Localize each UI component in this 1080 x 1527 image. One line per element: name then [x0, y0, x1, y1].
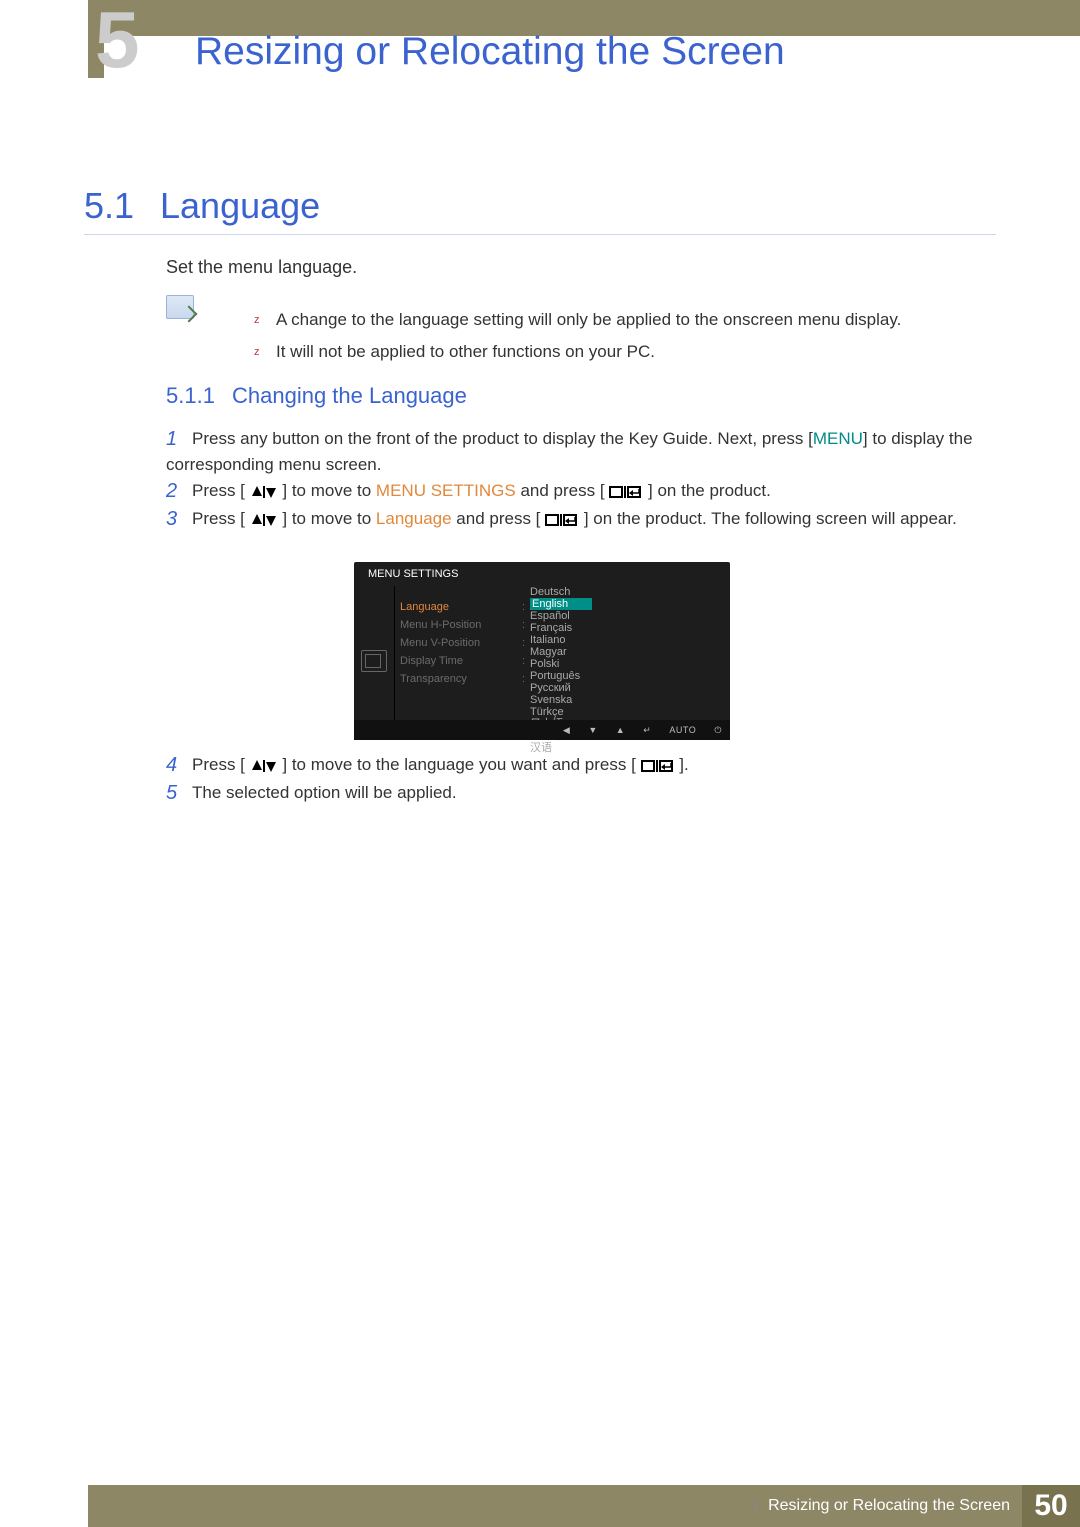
- up-down-icon: [250, 512, 278, 528]
- nav-back-icon: ◀: [563, 725, 570, 736]
- subsection-title: Changing the Language: [232, 383, 467, 409]
- osd-lang: Русский: [530, 682, 592, 694]
- note-icon: [166, 295, 194, 319]
- step-1: 1 Press any button on the front of the p…: [166, 426, 990, 477]
- footer-chapter-number: 5: [750, 1497, 758, 1513]
- osd-item-language: Language: [400, 598, 481, 616]
- step-number: 1: [166, 424, 177, 454]
- nav-auto: AUTO: [669, 725, 696, 735]
- step-4: 4 Press [ ] to move to the language you …: [166, 752, 990, 778]
- osd-item: Menu H-Position: [400, 616, 481, 634]
- up-down-icon: [250, 758, 278, 774]
- step-text: ] to move to: [282, 481, 376, 500]
- step-text: ] on the product.: [648, 481, 771, 500]
- osd-title: MENU SETTINGS: [368, 568, 458, 580]
- osd-menu-items: Language Menu H-Position Menu V-Position…: [400, 598, 481, 688]
- step-number: 3: [166, 504, 177, 534]
- osd-lang: Italiano: [530, 634, 592, 646]
- note-item: A change to the language setting will on…: [254, 310, 901, 330]
- up-down-icon: [250, 484, 278, 500]
- osd-lang: Español: [530, 610, 592, 622]
- step-text: ] to move to: [282, 509, 376, 528]
- step-text: ] on the product. The following screen w…: [584, 509, 957, 528]
- step-text: and press [: [516, 481, 605, 500]
- source-enter-icon: [609, 484, 643, 500]
- osd-nav-bar: ◀ ▼ ▲ ↵ AUTO ⏻: [354, 720, 730, 740]
- osd-item: Menu V-Position: [400, 634, 481, 652]
- step-2: 2 Press [ ] to move to MENU SETTINGS and…: [166, 478, 990, 504]
- section-intro: Set the menu language.: [166, 257, 357, 278]
- osd-lang: Français: [530, 622, 592, 634]
- step-number: 5: [166, 778, 177, 808]
- footer-bar: 5 Resizing or Relocating the Screen 50: [88, 1485, 1080, 1527]
- step-text: and press [: [452, 509, 541, 528]
- step-number: 4: [166, 750, 177, 780]
- osd-lang: Deutsch: [530, 586, 592, 598]
- step-text: ].: [679, 755, 688, 774]
- step-text: Press any button on the front of the pro…: [192, 429, 813, 448]
- section-rule: [84, 234, 996, 235]
- osd-lang: Svenska: [530, 694, 592, 706]
- osd-colons: : : : : :: [522, 598, 528, 688]
- step-text: Press [: [192, 755, 245, 774]
- nav-down-icon: ▼: [588, 725, 597, 735]
- menu-path: MENU SETTINGS: [376, 481, 516, 500]
- menu-key: MENU: [813, 429, 863, 448]
- chapter-title: Resizing or Relocating the Screen: [195, 30, 785, 74]
- osd-item: Display Time: [400, 652, 481, 670]
- nav-enter-icon: ↵: [643, 725, 651, 736]
- subsection-number: 5.1.1: [166, 383, 215, 409]
- source-enter-icon: [545, 512, 579, 528]
- footer-chapter-title: Resizing or Relocating the Screen: [768, 1497, 1010, 1514]
- osd-lang: Polski: [530, 658, 592, 670]
- nav-up-icon: ▲: [616, 725, 625, 735]
- osd-lang: Português: [530, 670, 592, 682]
- step-5: 5 The selected option will be applied.: [166, 780, 990, 806]
- section-title: Language: [160, 185, 320, 227]
- step-text: Press [: [192, 509, 245, 528]
- step-number: 2: [166, 476, 177, 506]
- osd-lang-selected: English: [530, 598, 592, 610]
- step-3: 3 Press [ ] to move to Language and pres…: [166, 506, 990, 532]
- menu-path: Language: [376, 509, 452, 528]
- osd-screenshot: MENU SETTINGS Language Menu H-Position M…: [354, 562, 730, 740]
- chapter-number: 5: [95, 0, 140, 86]
- osd-sidebar: [354, 586, 395, 720]
- note-item: It will not be applied to other function…: [254, 342, 901, 362]
- note-list: A change to the language setting will on…: [214, 310, 901, 374]
- osd-item: Transparency: [400, 670, 481, 688]
- footer-page-number: 50: [1022, 1485, 1080, 1527]
- settings-icon: [361, 650, 387, 672]
- step-text: ] to move to the language you want and p…: [282, 755, 635, 774]
- osd-lang: Türkçe: [530, 706, 592, 718]
- step-text: Press [: [192, 481, 245, 500]
- osd-lang: Magyar: [530, 646, 592, 658]
- nav-power-icon: ⏻: [714, 725, 722, 736]
- source-enter-icon: [641, 758, 675, 774]
- section-number: 5.1: [84, 185, 134, 227]
- step-text: The selected option will be applied.: [192, 783, 457, 802]
